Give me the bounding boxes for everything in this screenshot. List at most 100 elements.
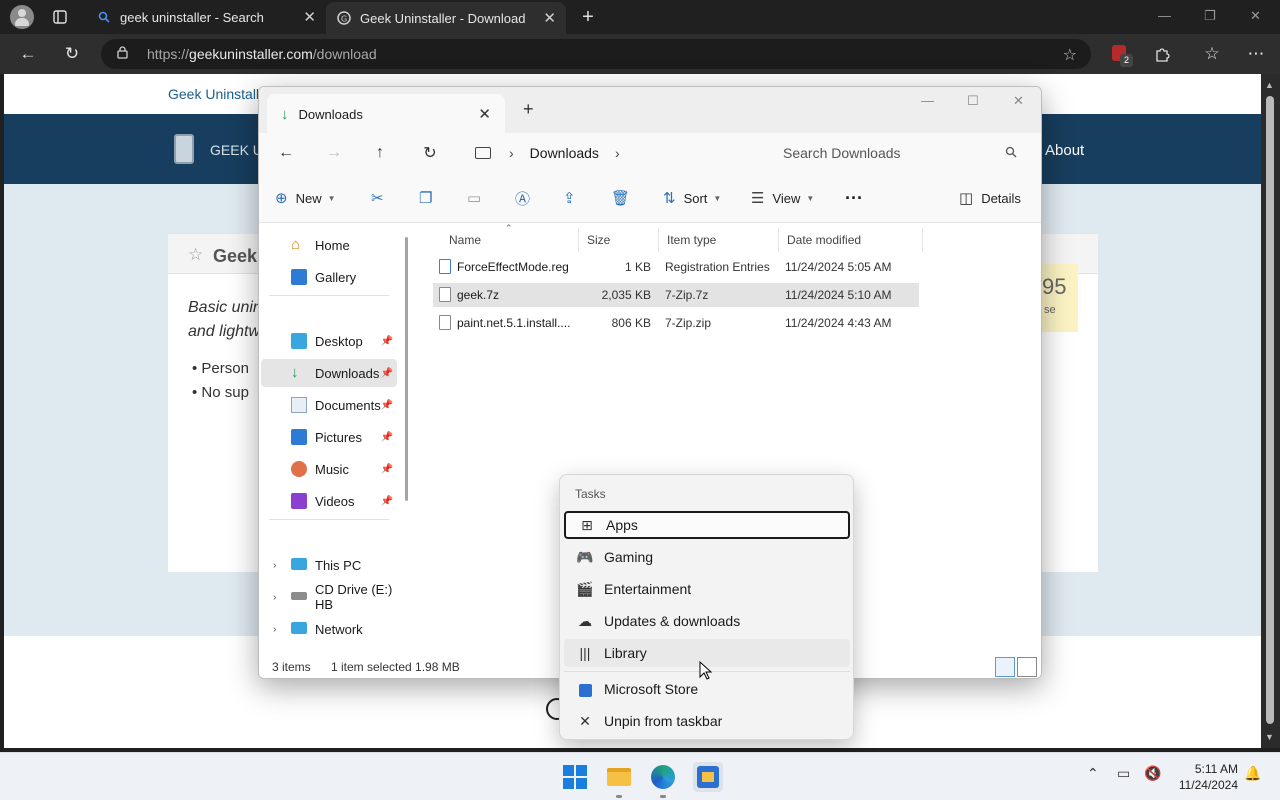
restore-icon[interactable]: ❐ <box>1204 8 1216 24</box>
sidebar-item-music[interactable]: Music 📌 <box>261 455 397 483</box>
pin-icon[interactable]: 📌 <box>381 368 393 379</box>
jump-list-item-unpin[interactable]: ✕ Unpin from taskbar <box>564 707 850 735</box>
more-options-icon[interactable]: ··· <box>845 185 863 211</box>
chevron-right-icon[interactable]: › <box>273 560 276 571</box>
refresh-icon[interactable]: ↻ <box>417 140 443 166</box>
nav-about-link[interactable]: About <box>1045 142 1084 159</box>
search-input[interactable]: Search Downloads <box>771 137 1031 169</box>
close-tab-icon[interactable]: ✕ <box>543 9 556 27</box>
pin-icon[interactable]: 📌 <box>381 400 393 411</box>
chevron-right-icon[interactable]: › <box>273 592 276 603</box>
column-header-name[interactable]: Name <box>441 228 579 252</box>
site-logo-icon[interactable] <box>174 134 194 164</box>
pin-icon[interactable]: 📌 <box>381 336 393 347</box>
close-window-icon[interactable]: ✕ <box>1013 93 1024 109</box>
details-button[interactable]: ◫ Details <box>959 185 1021 211</box>
column-header-size[interactable]: Size <box>579 228 659 252</box>
sidebar-item-network[interactable]: › Network <box>261 615 397 643</box>
paste-button[interactable]: ▭ <box>467 185 489 211</box>
page-scrollbar[interactable]: ▲ ▼ <box>1261 74 1280 748</box>
file-row[interactable]: ForceEffectMode.reg 1 KB Registration En… <box>433 255 919 279</box>
close-tab-icon[interactable]: ✕ <box>478 105 491 123</box>
pin-icon[interactable]: 📌 <box>381 432 393 443</box>
delete-button[interactable]: 🗑 <box>611 185 638 211</box>
sidebar-item-cd-drive[interactable]: › CD Drive (E:) HB <box>261 582 397 612</box>
chevron-right-icon[interactable]: › <box>615 145 620 161</box>
minimize-icon[interactable]: — <box>1158 8 1171 23</box>
minimize-icon[interactable]: — <box>921 93 934 108</box>
back-icon[interactable]: ← <box>273 140 299 166</box>
sidebar-item-home[interactable]: ⌂ Home <box>261 231 397 259</box>
sidebar-item-label: Pictures <box>315 429 362 445</box>
tab-download[interactable]: G Geek Uninstaller - Download ✕ <box>326 2 566 34</box>
price-value: 95 <box>1042 274 1067 299</box>
refresh-icon[interactable]: ↻ <box>60 42 84 66</box>
up-icon[interactable]: ↑ <box>367 140 393 166</box>
tiles-view-icon[interactable] <box>1017 657 1037 677</box>
file-row[interactable]: geek.7z 2,035 KB 7-Zip.7z 11/24/2024 5:1… <box>433 283 919 307</box>
volume-muted-icon[interactable]: 🔇 <box>1144 765 1161 782</box>
rename-button[interactable]: Ⓐ <box>515 185 538 211</box>
scroll-down-icon[interactable]: ▼ <box>1265 732 1274 742</box>
breadcrumb-downloads[interactable]: Downloads <box>530 145 599 161</box>
new-button[interactable]: ⊕ New ▼ <box>275 185 336 211</box>
share-button[interactable]: ⇪ <box>563 185 584 211</box>
details-view-icon[interactable] <box>995 657 1015 677</box>
sidebar-item-this-pc[interactable]: › This PC <box>261 551 397 579</box>
forward-icon[interactable]: → <box>321 140 347 166</box>
taskbar-file-explorer[interactable] <box>605 763 633 791</box>
extensions-puzzle-icon[interactable] <box>1150 42 1174 66</box>
network-status-icon[interactable]: ▭ <box>1117 765 1130 782</box>
back-icon[interactable]: ← <box>16 42 40 66</box>
favorite-star-icon[interactable]: ☆ <box>1063 45 1077 65</box>
show-hidden-icons-chevron-icon[interactable]: ⌃ <box>1087 765 1099 782</box>
maximize-icon[interactable]: ☐ <box>967 93 979 109</box>
file-row[interactable]: paint.net.5.1.install.... 806 KB 7-Zip.z… <box>433 311 919 335</box>
jump-list-item-gaming[interactable]: 🎮 Gaming <box>564 543 850 571</box>
close-window-icon[interactable]: ✕ <box>1250 8 1261 24</box>
view-button[interactable]: ☰ View ▼ <box>751 185 814 211</box>
new-tab-icon[interactable]: + <box>523 99 534 120</box>
site-logo-text[interactable]: GEEK U <box>210 142 263 158</box>
sidebar-item-downloads[interactable]: ↓ Downloads 📌 <box>261 359 397 387</box>
nav-pane-scrollbar[interactable] <box>405 237 408 501</box>
column-header-type[interactable]: Item type <box>659 228 779 252</box>
navigation-pane: ⌂ Home Gallery Desktop 📌 ↓ Downloads 📌 D… <box>259 223 407 655</box>
sort-button[interactable]: ⇅ Sort ▼ <box>663 185 721 211</box>
sidebar-item-documents[interactable]: Documents 📌 <box>261 391 397 419</box>
scroll-up-icon[interactable]: ▲ <box>1265 80 1274 90</box>
address-bar[interactable]: https://geekuninstaller.com/download ☆ <box>101 39 1091 69</box>
system-clock[interactable]: 5:11 AM 11/24/2024 <box>1172 761 1238 793</box>
settings-more-icon[interactable]: ⋯ <box>1244 42 1268 66</box>
notifications-bell-icon[interactable]: 🔔 <box>1244 765 1261 782</box>
copy-button[interactable]: ❐ <box>419 185 440 211</box>
sidebar-item-videos[interactable]: Videos 📌 <box>261 487 397 515</box>
page-home-link[interactable]: Geek Uninstall <box>168 86 259 102</box>
scroll-thumb[interactable] <box>1266 96 1274 724</box>
jump-list-item-entertainment[interactable]: 🎬 Entertainment <box>564 575 850 603</box>
close-tab-icon[interactable]: ✕ <box>303 8 316 26</box>
cut-button[interactable]: ✂ <box>371 185 392 211</box>
chevron-right-icon[interactable]: › <box>273 624 276 635</box>
sidebar-item-desktop[interactable]: Desktop 📌 <box>261 327 397 355</box>
tab-actions-icon[interactable] <box>48 5 72 29</box>
this-pc-icon[interactable] <box>475 147 491 159</box>
start-button[interactable] <box>561 763 589 791</box>
profile-avatar-icon[interactable] <box>10 5 34 29</box>
new-tab-icon[interactable]: + <box>576 5 600 29</box>
jump-list-item-updates[interactable]: ☁ Updates & downloads <box>564 607 850 635</box>
chevron-right-icon[interactable]: › <box>509 145 514 161</box>
explorer-tab-downloads[interactable]: ↓ Downloads ✕ <box>267 94 505 134</box>
sidebar-item-pictures[interactable]: Pictures 📌 <box>261 423 397 451</box>
sidebar-item-gallery[interactable]: Gallery <box>261 263 397 291</box>
breadcrumb[interactable]: › Downloads › <box>465 137 759 169</box>
column-header-date[interactable]: Date modified <box>779 228 923 252</box>
tab-search[interactable]: geek uninstaller - Search ✕ <box>86 0 326 34</box>
jump-list-item-apps[interactable]: ⊞ Apps <box>564 511 850 539</box>
pin-icon[interactable]: 📌 <box>381 496 393 507</box>
taskbar-edge[interactable] <box>649 763 677 791</box>
favorites-icon[interactable]: ☆ <box>1200 42 1224 66</box>
clapperboard-icon: 🎬 <box>576 580 594 597</box>
taskbar-microsoft-store[interactable] <box>693 762 723 792</box>
pin-icon[interactable]: 📌 <box>381 464 393 475</box>
